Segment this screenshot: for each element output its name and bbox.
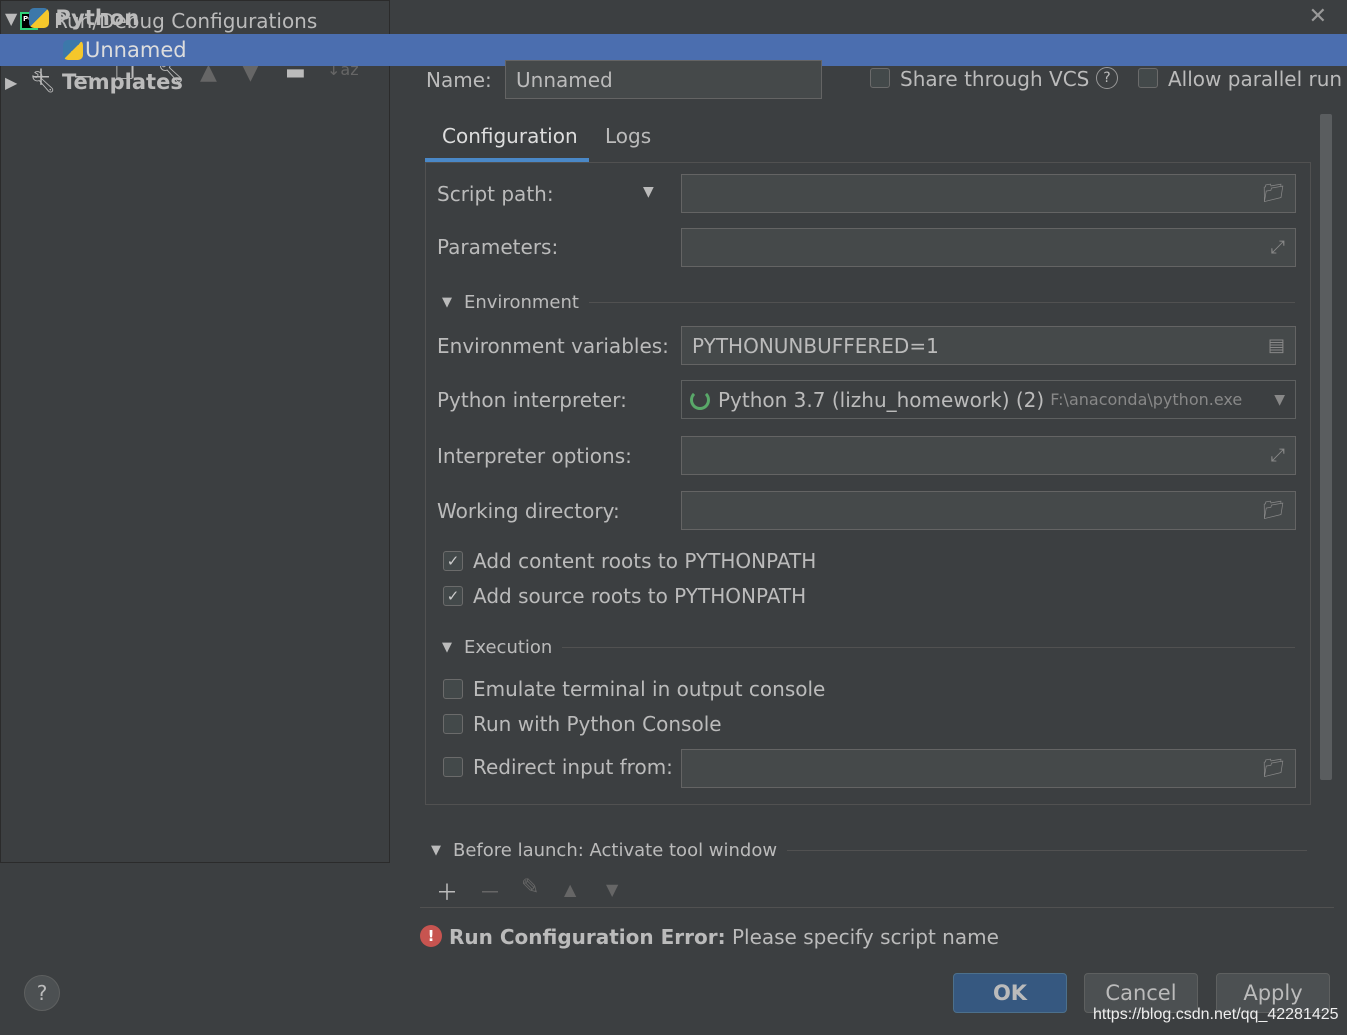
section-title: Before launch: Activate tool window <box>453 840 778 861</box>
parameters-label: Parameters: <box>437 235 559 259</box>
tree-item-label: Python <box>55 6 140 30</box>
share-vcs-checkbox[interactable] <box>870 68 890 88</box>
script-path-label: Script path: <box>437 182 554 206</box>
folder-icon[interactable]: 📁︎ <box>1262 500 1285 521</box>
error-icon: ! <box>420 925 442 947</box>
collapse-icon[interactable]: ▶ <box>5 73 17 92</box>
parameters-input[interactable]: ⤢ <box>681 228 1296 267</box>
tab-logs[interactable]: Logs <box>605 124 651 148</box>
collapse-icon: ▼ <box>431 843 441 858</box>
error-title: Run Configuration Error: <box>449 925 726 949</box>
allow-parallel-checkbox[interactable] <box>1138 68 1158 88</box>
python-error-icon <box>63 40 83 60</box>
name-label: Name: <box>426 68 492 92</box>
add-content-roots-label: Add content roots to PYTHONPATH <box>473 549 817 573</box>
share-vcs-label: Share through VCS <box>900 67 1090 91</box>
python-icon <box>29 8 50 28</box>
divider <box>420 907 1334 908</box>
minus-icon[interactable]: － <box>479 875 501 907</box>
execution-section[interactable]: ▼ Execution <box>442 637 1295 658</box>
allow-parallel-label: Allow parallel run <box>1168 67 1343 91</box>
folder-icon[interactable]: 📁︎ <box>1262 183 1285 204</box>
env-vars-input[interactable]: PYTHONUNBUFFERED=1 ▤ <box>681 326 1296 365</box>
collapse-icon: ▼ <box>442 640 452 655</box>
redirect-input-label: Redirect input from: <box>473 755 673 779</box>
wrench-icon: 🔧︎ <box>29 69 56 94</box>
error-message: Run Configuration Error: Please specify … <box>449 925 999 949</box>
tree-item-label: Unnamed <box>85 38 187 62</box>
interp-options-input[interactable]: ⤢ <box>681 436 1296 475</box>
section-title: Execution <box>464 637 553 658</box>
tree-item-label: Templates <box>61 70 183 94</box>
config-tree[interactable]: ▼ Python Unnamed ▶ 🔧︎ Templates <box>0 0 1347 863</box>
arrow-up-icon[interactable]: ▲ <box>564 880 576 899</box>
expand-icon[interactable]: ▼ <box>5 9 17 28</box>
emulate-terminal-checkbox[interactable] <box>443 679 463 699</box>
env-vars-label: Environment variables: <box>437 334 669 358</box>
help-icon[interactable]: ? <box>1096 67 1118 89</box>
interpreter-path: F:\anaconda\python.exe <box>1050 390 1243 409</box>
redirect-input-field[interactable]: 📁︎ <box>681 749 1296 788</box>
collapse-icon: ▼ <box>442 295 452 310</box>
error-text: Please specify script name <box>731 925 999 949</box>
dropdown-icon[interactable]: ▼ <box>1274 392 1285 408</box>
help-button[interactable]: ? <box>24 975 60 1011</box>
interpreter-icon <box>690 389 710 410</box>
emulate-terminal-label: Emulate terminal in output console <box>473 677 826 701</box>
section-title: Environment <box>464 292 579 313</box>
tree-item-python[interactable]: ▼ Python <box>0 2 1347 34</box>
add-source-roots-label: Add source roots to PYTHONPATH <box>473 584 807 608</box>
working-dir-input[interactable]: 📁︎ <box>681 491 1296 530</box>
run-python-console-checkbox[interactable] <box>443 714 463 734</box>
folder-icon[interactable]: 📁︎ <box>1262 758 1285 779</box>
interpreter-value: Python 3.7 (lizhu_homework) (2) <box>718 387 1045 412</box>
add-content-roots-checkbox[interactable]: ✓ <box>443 551 463 571</box>
ok-button[interactable]: OK <box>953 973 1067 1013</box>
expand-icon[interactable]: ⤢ <box>1271 445 1285 466</box>
interp-options-label: Interpreter options: <box>437 444 632 468</box>
environment-section[interactable]: ▼ Environment <box>442 292 1295 313</box>
add-source-roots-checkbox[interactable]: ✓ <box>443 586 463 606</box>
run-python-console-label: Run with Python Console <box>473 712 722 736</box>
redirect-input-checkbox[interactable] <box>443 757 463 777</box>
name-input[interactable]: Unnamed <box>505 60 822 99</box>
list-icon[interactable]: ▤ <box>1268 335 1285 356</box>
working-dir-label: Working directory: <box>437 499 620 523</box>
dropdown-icon[interactable]: ▼ <box>643 184 654 200</box>
interpreter-label: Python interpreter: <box>437 388 627 412</box>
plus-icon[interactable]: ＋ <box>436 875 458 907</box>
script-path-input[interactable]: 📁︎ <box>681 174 1296 213</box>
expand-icon[interactable]: ⤢ <box>1271 237 1285 258</box>
before-launch-section[interactable]: ▼ Before launch: Activate tool window <box>431 840 1307 861</box>
edit-icon[interactable]: ✎ <box>521 875 539 900</box>
tab-configuration[interactable]: Configuration <box>442 124 578 148</box>
scrollbar[interactable] <box>1320 114 1332 780</box>
interpreter-select[interactable]: Python 3.7 (lizhu_homework) (2) F:\anaco… <box>681 380 1296 419</box>
env-vars-value: PYTHONUNBUFFERED=1 <box>692 333 939 358</box>
watermark: https://blog.csdn.net/qq_42281425 <box>1093 1006 1339 1023</box>
arrow-down-icon[interactable]: ▼ <box>606 880 618 899</box>
